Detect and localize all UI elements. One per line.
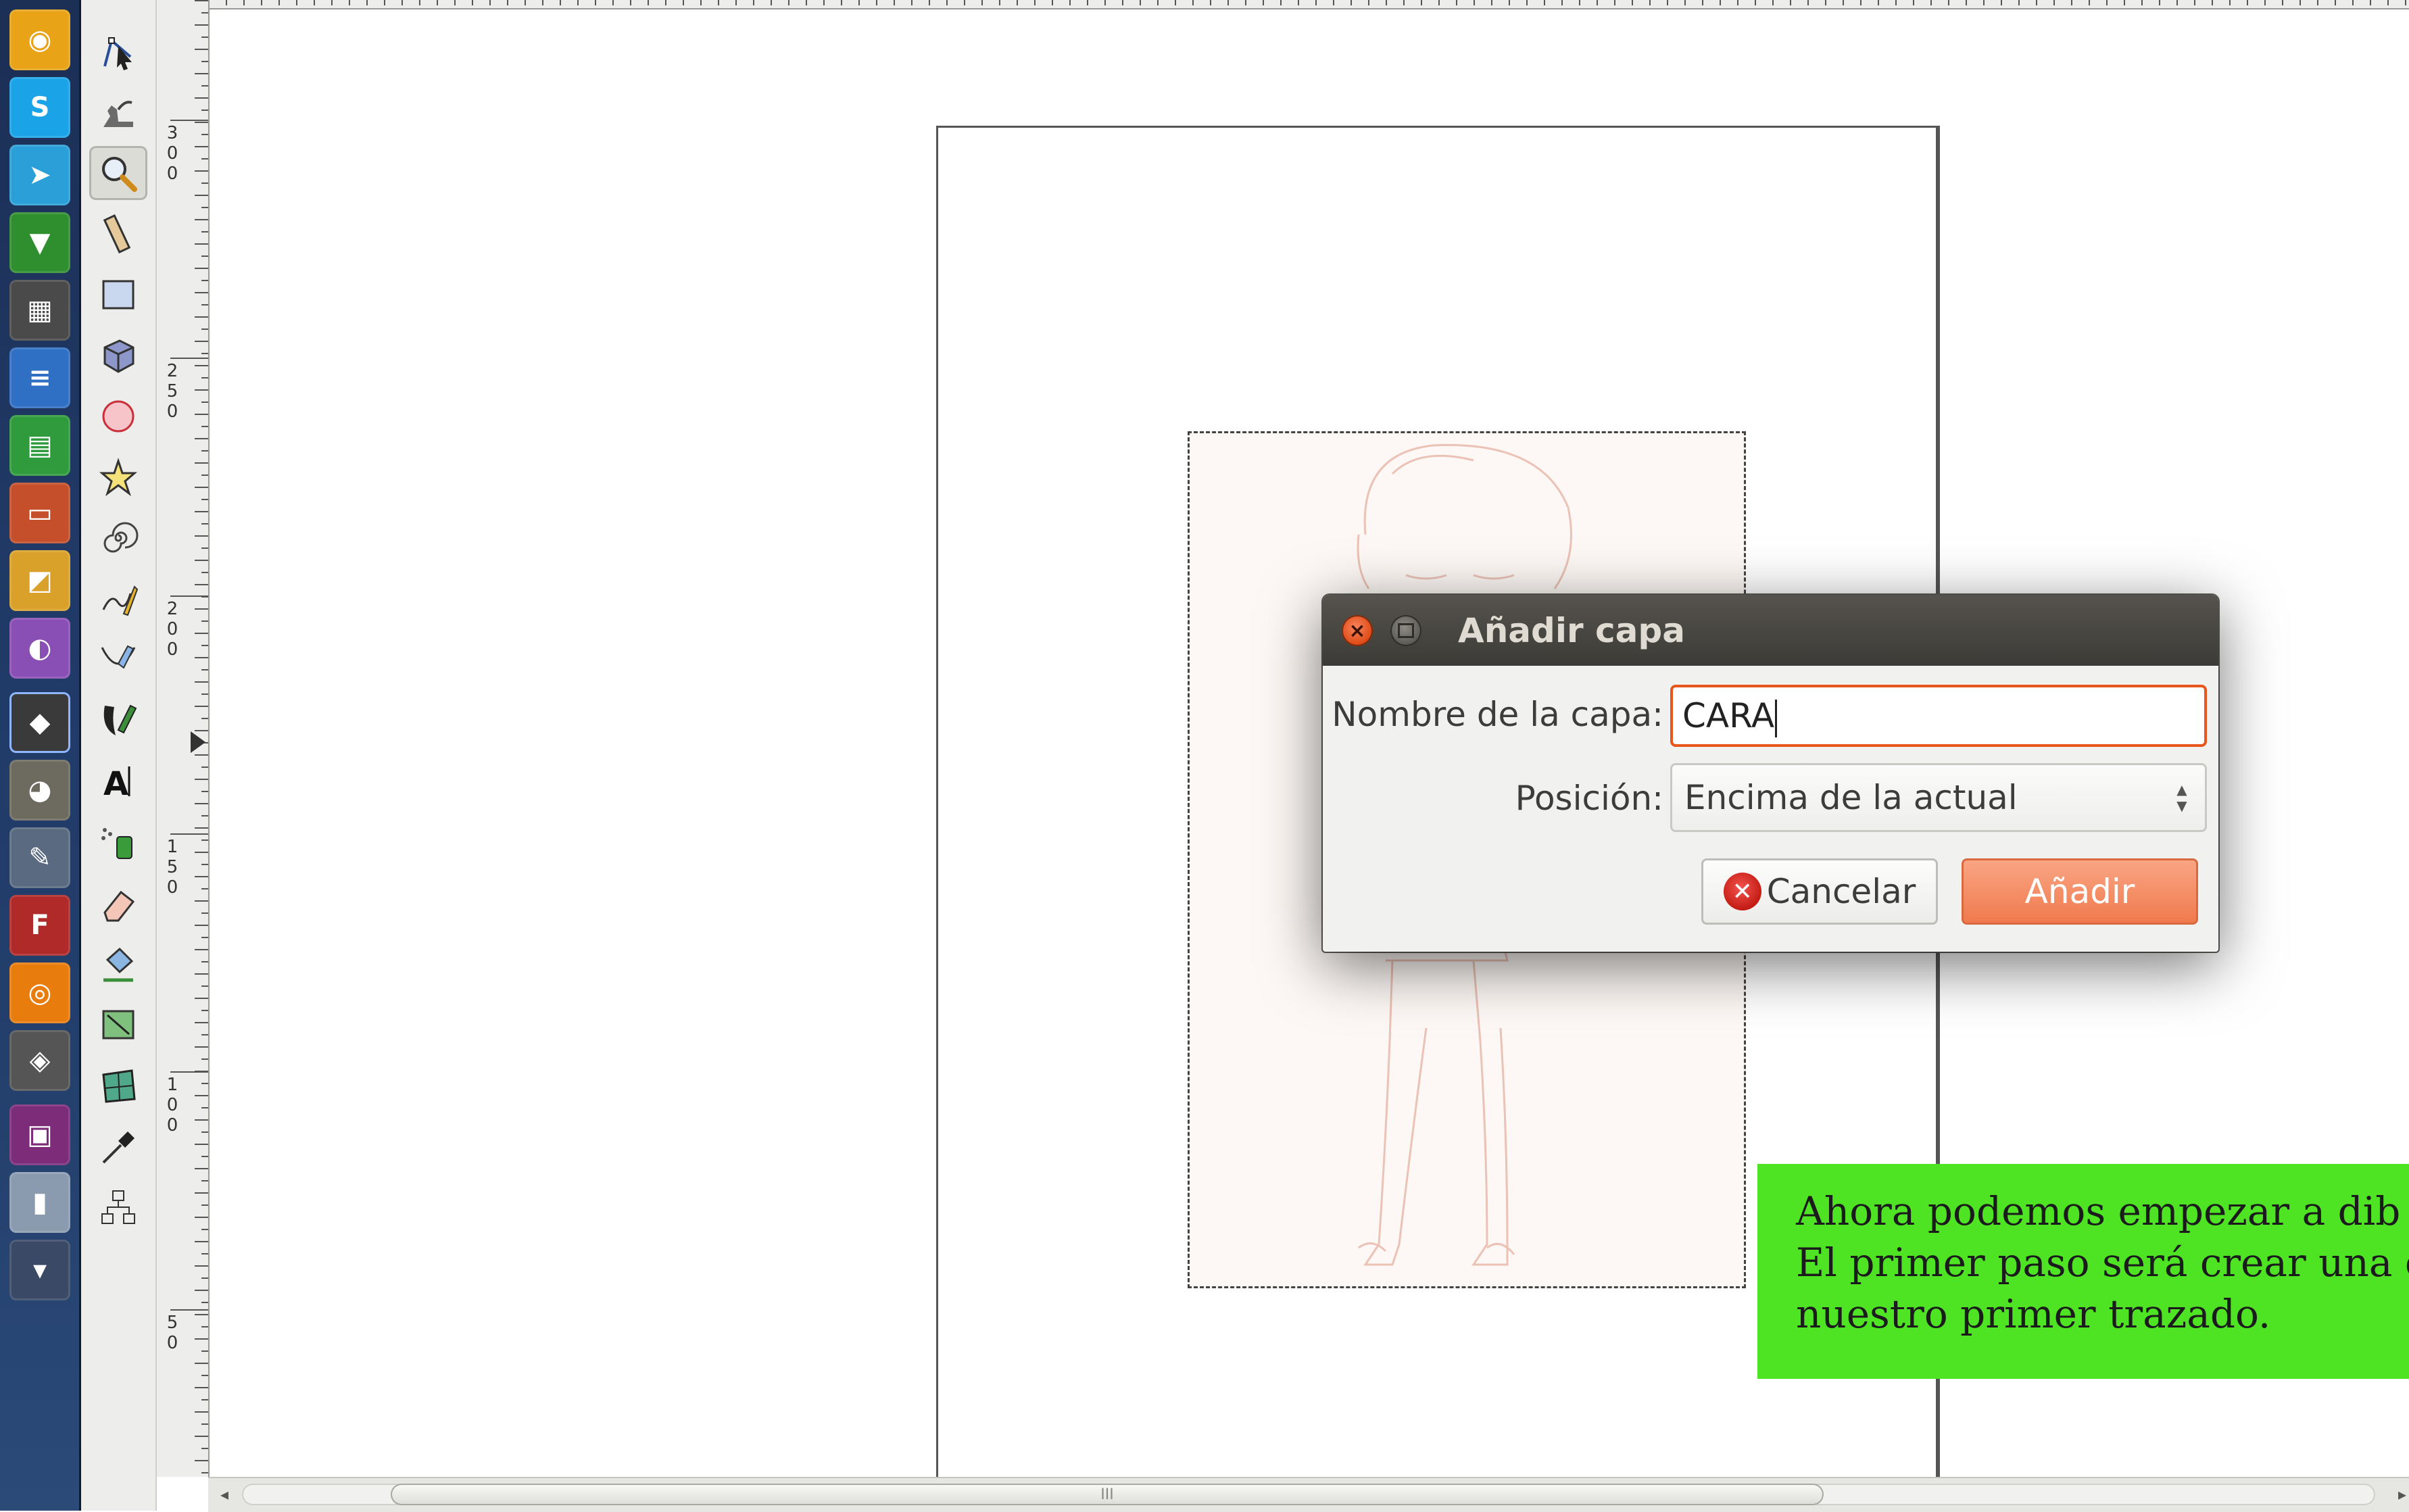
updown-arrows-icon: ▲ ▼ xyxy=(2176,781,2187,814)
vertical-ruler: 300 250 200 150 100 50 xyxy=(157,0,210,1477)
ruler-label: 50 xyxy=(166,1313,178,1353)
layer-name-label: Nombre de la capa: xyxy=(1332,695,1663,734)
scroll-right-icon[interactable]: ▸ xyxy=(2398,1485,2406,1504)
layer-name-value: CARA xyxy=(1682,696,1775,735)
note-line-1: Ahora podemos empezar a dib xyxy=(1796,1188,2401,1234)
dropper-tool-icon[interactable] xyxy=(89,1119,147,1173)
maximize-icon[interactable] xyxy=(1390,615,1421,646)
storage-icon[interactable]: ▮ xyxy=(9,1172,70,1233)
telegram-icon[interactable]: ➤ xyxy=(9,145,70,205)
ruler-label: 300 xyxy=(166,123,178,184)
dialog-titlebar[interactable]: × Añadir capa xyxy=(1323,595,2218,666)
gradient-tool-icon[interactable] xyxy=(89,998,147,1052)
calculator-icon[interactable]: ▦ xyxy=(9,280,70,341)
note-line-2: El primer paso será crear una c xyxy=(1796,1240,2409,1286)
star-tool-icon[interactable] xyxy=(89,450,147,504)
fontforge-icon[interactable]: F xyxy=(9,895,70,956)
ruler-label: 200 xyxy=(166,599,178,660)
node-tool-icon[interactable] xyxy=(89,26,147,80)
ruler-marker-icon xyxy=(191,731,205,753)
add-layer-dialog: × Añadir capa Nombre de la capa: CARA Po… xyxy=(1323,595,2218,952)
skype-icon[interactable]: S xyxy=(9,77,70,138)
ruler-label: 100 xyxy=(166,1075,178,1136)
ruler-label: 250 xyxy=(166,361,178,422)
green-app-icon[interactable]: ▼ xyxy=(9,212,70,273)
window-app-icon[interactable]: ▣ xyxy=(9,1104,70,1165)
pencil-tool-icon[interactable] xyxy=(89,572,147,626)
gimp-icon[interactable]: ◕ xyxy=(9,760,70,821)
spray-tool-icon[interactable] xyxy=(89,815,147,869)
ruler-label: 150 xyxy=(166,837,178,898)
tutorial-note: Ahora podemos empezar a dib El primer pa… xyxy=(1757,1164,2409,1379)
svg-text:A: A xyxy=(103,765,128,802)
impress-icon[interactable]: ▭ xyxy=(9,483,70,543)
blender-icon[interactable]: ◎ xyxy=(9,962,70,1023)
position-select[interactable]: Encima de la actual ▲ ▼ xyxy=(1670,763,2207,832)
3d-box-tool-icon[interactable] xyxy=(89,328,147,383)
ellipse-tool-icon[interactable] xyxy=(89,389,147,443)
dialog-title: Añadir capa xyxy=(1458,611,1685,650)
add-button[interactable]: Añadir xyxy=(1962,858,2198,925)
connector-tool-icon[interactable] xyxy=(89,1180,147,1234)
close-icon[interactable]: × xyxy=(1342,615,1373,646)
paint-bucket-tool-icon[interactable] xyxy=(89,937,147,991)
inkscape-icon[interactable]: ◆ xyxy=(9,692,70,753)
calligraphy-tool-icon[interactable] xyxy=(89,693,147,748)
text-tool-icon[interactable]: A xyxy=(89,754,147,808)
text-caret xyxy=(1775,699,1778,737)
tweak-tool-icon[interactable] xyxy=(89,87,147,141)
eraser-tool-icon[interactable] xyxy=(89,876,147,930)
add-label: Añadir xyxy=(2024,872,2135,911)
scroll-grip: III xyxy=(1100,1486,1114,1503)
editor-icon[interactable]: ✎ xyxy=(9,827,70,888)
position-label: Posición: xyxy=(1515,779,1663,818)
position-value: Encima de la actual xyxy=(1684,778,2018,817)
horizontal-ruler xyxy=(208,0,2409,9)
cancel-icon: ✕ xyxy=(1723,873,1761,910)
scroll-left-icon[interactable]: ◂ xyxy=(220,1485,228,1504)
chrome-icon[interactable]: ◉ xyxy=(9,9,70,70)
cancel-button[interactable]: ✕ Cancelar xyxy=(1701,858,1938,925)
mesh-tool-icon[interactable] xyxy=(89,1058,147,1113)
unity-launcher: ◉ S ➤ ▼ ▦ ≡ ▤ ▭ ◩ ◐ ◆ ◕ ✎ F ◎ ◈ ▣ ▮ ▾ xyxy=(0,0,81,1511)
trash-icon[interactable]: ▾ xyxy=(9,1240,70,1300)
toolbox: A xyxy=(81,0,157,1511)
box-app-icon[interactable]: ◈ xyxy=(9,1030,70,1091)
horizontal-scrollbar[interactable]: ◂ III ▸ xyxy=(208,1477,2409,1512)
writer-icon[interactable]: ≡ xyxy=(9,347,70,408)
color-app-icon[interactable]: ◐ xyxy=(9,618,70,679)
draw-icon[interactable]: ◩ xyxy=(9,550,70,611)
rectangle-tool-icon[interactable] xyxy=(89,268,147,322)
note-line-3: nuestro primer trazado. xyxy=(1796,1291,2271,1337)
scroll-thumb[interactable]: III xyxy=(391,1484,1824,1505)
measure-tool-icon[interactable] xyxy=(89,207,147,261)
calc-icon[interactable]: ▤ xyxy=(9,415,70,476)
pen-tool-icon[interactable] xyxy=(89,633,147,687)
cancel-label: Cancelar xyxy=(1766,872,1916,911)
spiral-tool-icon[interactable] xyxy=(89,511,147,565)
layer-name-input[interactable]: CARA xyxy=(1670,685,2207,747)
zoom-tool-icon[interactable] xyxy=(89,146,147,200)
